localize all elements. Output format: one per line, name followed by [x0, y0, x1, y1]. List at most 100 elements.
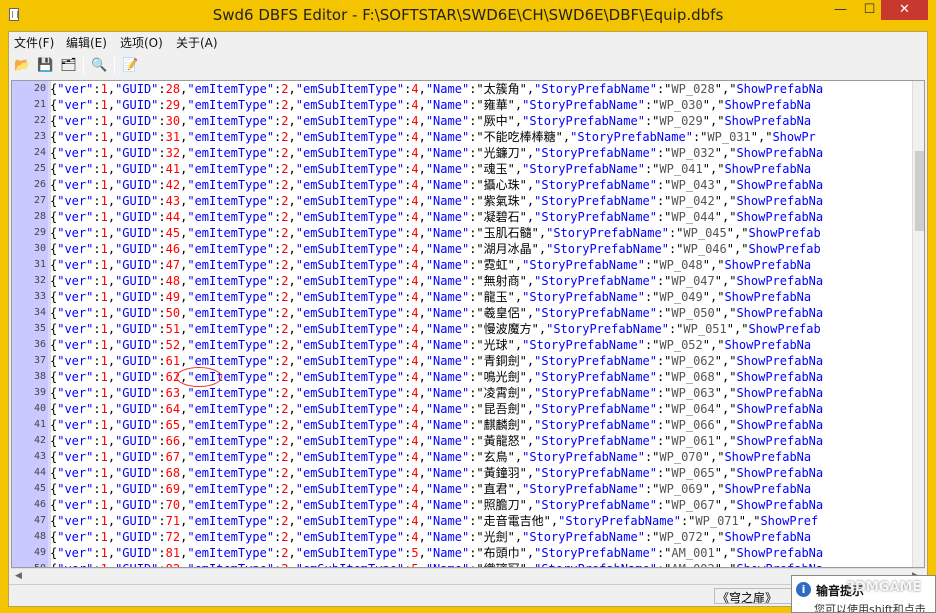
- json-number: 2: [281, 306, 289, 320]
- code-line[interactable]: 38 {"ver":1,"GUID":62,"emItemType":2,"emS…: [12, 369, 912, 385]
- menu-about[interactable]: 关于(A): [176, 34, 218, 51]
- code-line[interactable]: 35 {"ver":1,"GUID":51,"emItemType":2,"emS…: [12, 321, 912, 337]
- vertical-scroll-thumb[interactable]: [915, 151, 924, 231]
- code-line[interactable]: 40 {"ver":1,"GUID":64,"emItemType":2,"emS…: [12, 401, 912, 417]
- punctuation: :": [680, 514, 696, 528]
- menu-options[interactable]: 选项(O): [120, 34, 163, 51]
- minimize-button[interactable]: —: [826, 0, 855, 20]
- code-line[interactable]: 50 {"ver":1,"GUID":82,"emItemType":2,"emS…: [12, 561, 912, 567]
- code-line[interactable]: 41 {"ver":1,"GUID":65,"emItemType":2,"emS…: [12, 417, 912, 433]
- line-code: {"ver":1,"GUID":32,"emItemType":2,"emSub…: [50, 145, 823, 161]
- json-key: "emSubItemType": [295, 82, 405, 96]
- json-key: ShowPrefabNa: [736, 146, 824, 160]
- json-key: "GUID": [115, 322, 159, 336]
- code-line[interactable]: 21 {"ver":1,"GUID":29,"emItemType":2,"emS…: [12, 97, 912, 113]
- punctuation: ,: [288, 242, 296, 256]
- code-line[interactable]: 22 {"ver":1,"GUID":30,"emItemType":2,"emS…: [12, 113, 912, 129]
- code-line[interactable]: 28 {"ver":1,"GUID":44,"emItemType":2,"emS…: [12, 209, 912, 225]
- punctuation: ",: [519, 386, 535, 400]
- vertical-scrollbar[interactable]: [912, 81, 924, 567]
- code-line[interactable]: 42 {"ver":1,"GUID":66,"emItemType":2,"emS…: [12, 433, 912, 449]
- code-line[interactable]: 29 {"ver":1,"GUID":45,"emItemType":2,"emS…: [12, 225, 912, 241]
- code-line[interactable]: 30 {"ver":1,"GUID":46,"emItemType":2,"emS…: [12, 241, 912, 257]
- json-key: "emSubItemType": [295, 290, 405, 304]
- code-line[interactable]: 33 {"ver":1,"GUID":49,"emItemType":2,"emS…: [12, 289, 912, 305]
- line-code: {"ver":1,"GUID":71,"emItemType":2,"emSub…: [50, 513, 818, 529]
- json-key: ShowPrefabNa: [724, 98, 812, 112]
- punctuation: ",": [714, 434, 737, 448]
- code-line[interactable]: 24 {"ver":1,"GUID":32,"emItemType":2,"emS…: [12, 145, 912, 161]
- save-all-icon[interactable]: 🗂: [58, 55, 79, 76]
- punctuation: :": [644, 114, 660, 128]
- search-icon[interactable]: 🔍: [89, 55, 110, 76]
- punctuation: :: [93, 322, 101, 336]
- code-line[interactable]: 34 {"ver":1,"GUID":50,"emItemType":2,"emS…: [12, 305, 912, 321]
- punctuation: ",: [519, 434, 535, 448]
- json-key: "ver": [57, 338, 94, 352]
- code-line[interactable]: 48 {"ver":1,"GUID":72,"emItemType":2,"emS…: [12, 529, 912, 545]
- open-folder-icon[interactable]: 📂: [12, 55, 33, 76]
- code-line[interactable]: 37 {"ver":1,"GUID":61,"emItemType":2,"emS…: [12, 353, 912, 369]
- punctuation: :": [644, 482, 660, 496]
- text-editor[interactable]: 20 {"ver":1,"GUID":28,"emItemType":2,"emS…: [11, 80, 925, 568]
- punctuation: ",": [714, 402, 737, 416]
- punctuation: ",: [519, 418, 535, 432]
- punctuation: ,: [418, 226, 426, 240]
- punctuation: ,: [107, 322, 116, 336]
- json-key: "GUID": [115, 338, 159, 352]
- code-line[interactable]: 47 {"ver":1,"GUID":71,"emItemType":2,"emS…: [12, 513, 912, 529]
- code-line[interactable]: 31 {"ver":1,"GUID":47,"emItemType":2,"emS…: [12, 257, 912, 273]
- code-line[interactable]: 27 {"ver":1,"GUID":43,"emItemType":2,"emS…: [12, 193, 912, 209]
- scroll-left-icon[interactable]: ◀: [11, 569, 26, 584]
- item-name: 昆吾劍: [483, 402, 520, 416]
- punctuation: ,: [107, 466, 116, 480]
- json-number: 4: [411, 226, 419, 240]
- code-lines[interactable]: 20 {"ver":1,"GUID":28,"emItemType":2,"emS…: [12, 81, 912, 567]
- code-line[interactable]: 23 {"ver":1,"GUID":31,"emItemType":2,"emS…: [12, 129, 912, 145]
- line-number: 29: [33, 227, 46, 238]
- menu-edit[interactable]: 编辑(E): [66, 34, 107, 51]
- punctuation: ,: [288, 322, 296, 336]
- edit-record-icon[interactable]: 📝: [120, 55, 141, 76]
- json-key: "StoryPrefabName": [546, 226, 669, 240]
- code-line[interactable]: 25 {"ver":1,"GUID":41,"emItemType":2,"emS…: [12, 161, 912, 177]
- code-line[interactable]: 43 {"ver":1,"GUID":67,"emItemType":2,"emS…: [12, 449, 912, 465]
- punctuation: :": [469, 258, 484, 272]
- menu-file[interactable]: 文件(F): [14, 34, 54, 51]
- code-line[interactable]: 44 {"ver":1,"GUID":68,"emItemType":2,"emS…: [12, 465, 912, 481]
- title-bar[interactable]: Swd6 DBFS Editor - F:\SOFTSTAR\SWD6E\CH\…: [0, 0, 936, 31]
- json-number: 45: [165, 226, 181, 240]
- json-number: 69: [165, 482, 181, 496]
- json-number: 47: [165, 258, 181, 272]
- json-key: "emItemType": [187, 322, 275, 336]
- json-key: "emItemType": [187, 194, 275, 208]
- json-key: "emItemType": [187, 450, 275, 464]
- code-line[interactable]: 45 {"ver":1,"GUID":69,"emItemType":2,"emS…: [12, 481, 912, 497]
- json-number: 1: [100, 274, 108, 288]
- punctuation: ,: [288, 514, 296, 528]
- json-key: "ver": [57, 194, 94, 208]
- code-line[interactable]: 26 {"ver":1,"GUID":42,"emItemType":2,"emS…: [12, 177, 912, 193]
- punctuation: :: [93, 546, 101, 560]
- code-line[interactable]: 39 {"ver":1,"GUID":63,"emItemType":2,"emS…: [12, 385, 912, 401]
- json-key: "StoryPrefabName": [534, 210, 657, 224]
- code-line[interactable]: 32 {"ver":1,"GUID":48,"emItemType":2,"emS…: [12, 273, 912, 289]
- line-number: 46: [33, 499, 46, 510]
- punctuation: :: [158, 306, 166, 320]
- close-button[interactable]: ✕: [881, 0, 928, 20]
- code-line[interactable]: 46 {"ver":1,"GUID":70,"emItemType":2,"emS…: [12, 497, 912, 513]
- punctuation: :: [158, 226, 166, 240]
- punctuation: :": [469, 98, 484, 112]
- code-line[interactable]: 20 {"ver":1,"GUID":28,"emItemType":2,"emS…: [12, 81, 912, 97]
- code-line[interactable]: 36 {"ver":1,"GUID":52,"emItemType":2,"emS…: [12, 337, 912, 353]
- maximize-button[interactable]: ☐: [855, 0, 884, 20]
- save-icon[interactable]: 💾: [35, 55, 56, 76]
- json-key: "ver": [57, 226, 94, 240]
- json-number: 4: [411, 162, 419, 176]
- json-key: "emSubItemType": [295, 194, 405, 208]
- horizontal-scrollbar[interactable]: ◀ ▶: [11, 568, 925, 583]
- punctuation: ,: [107, 114, 116, 128]
- code-line[interactable]: 49 {"ver":1,"GUID":81,"emItemType":2,"emS…: [12, 545, 912, 561]
- punctuation: :": [469, 178, 484, 192]
- json-key: "ver": [57, 82, 94, 96]
